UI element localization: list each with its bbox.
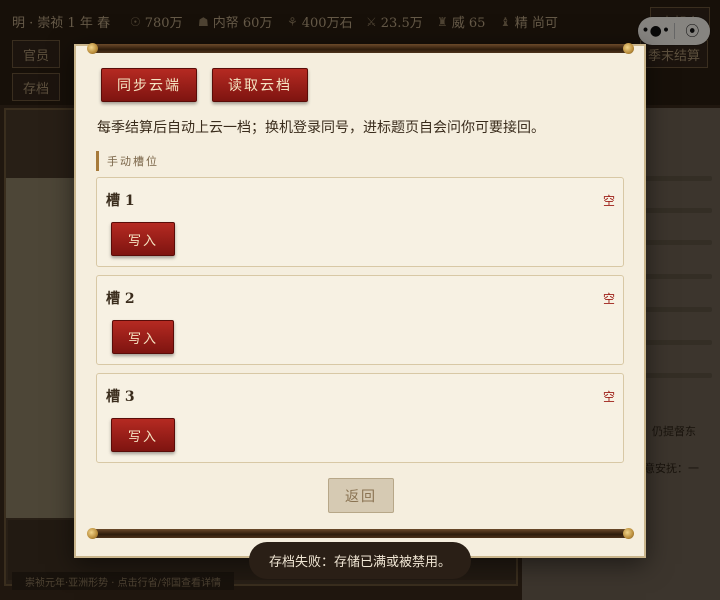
back-button[interactable]: 返回 <box>328 478 394 513</box>
rod-cap-right <box>623 43 634 54</box>
slot-title: 槽 2 <box>106 291 135 307</box>
load-cloud-button[interactable]: 读取云档 <box>212 68 308 102</box>
save-slot-1: 槽 1 空 <box>96 177 624 267</box>
scroll-rod-top <box>87 43 634 54</box>
save-slot-2: 槽 2 空 <box>96 275 624 365</box>
slot-title: 槽 1 <box>106 193 135 209</box>
rod-cap-left <box>87 528 98 539</box>
slot-title: 槽 3 <box>106 389 135 405</box>
error-toast: 存档失败：存储已满或被禁用。 <box>249 542 471 579</box>
slot-status: 空 <box>602 194 615 208</box>
slot-status: 空 <box>602 292 615 306</box>
cloud-save-hint: 每季结算后自动上云一档；换机登录同号，进标题页自会问你可要接回。 <box>97 120 545 136</box>
sync-cloud-button[interactable]: 同步云端 <box>101 68 197 102</box>
slot-status: 空 <box>602 390 615 404</box>
manual-slots-heading: 手动槽位 <box>96 151 159 171</box>
rod-cap-right <box>623 528 634 539</box>
save-slot-3: 槽 3 空 <box>96 373 624 463</box>
write-slot-2-button[interactable]: 写入 <box>112 320 174 354</box>
scroll-rod-bottom <box>87 528 634 539</box>
write-slot-1-button[interactable]: 写入 <box>111 222 175 256</box>
write-slot-3-button[interactable]: 写入 <box>111 418 175 452</box>
rod-cap-left <box>87 43 98 54</box>
